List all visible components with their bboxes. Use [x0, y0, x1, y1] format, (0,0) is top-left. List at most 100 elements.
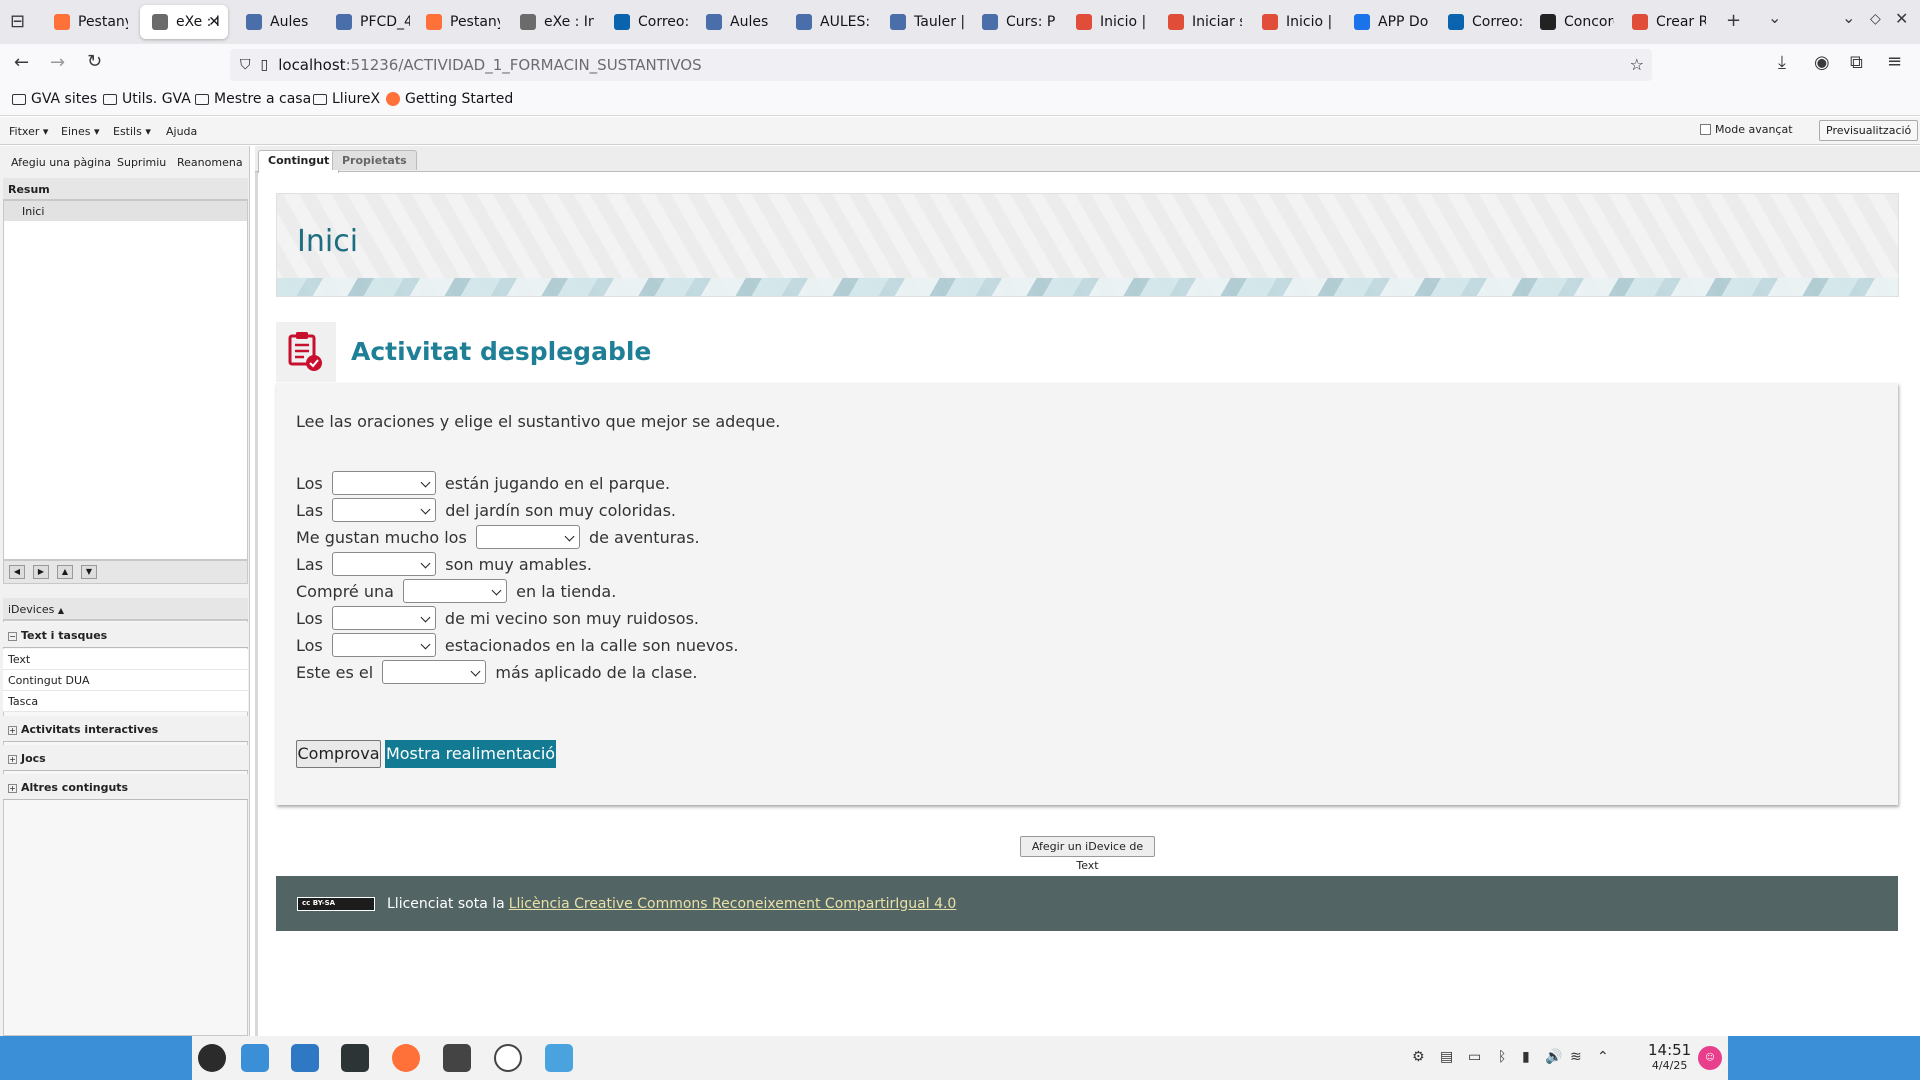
- category-activitats-interactives[interactable]: + Activitats interactives: [3, 716, 248, 742]
- menu-icon[interactable]: ≡: [1887, 53, 1902, 71]
- browser-tab[interactable]: Curs: PF: [970, 5, 1056, 39]
- menu-ajuda[interactable]: Ajuda: [166, 125, 197, 138]
- tab-list-icon[interactable]: ⊟: [10, 13, 25, 31]
- header-decoration: [277, 278, 1898, 296]
- noun-dropdown[interactable]: [331, 633, 436, 657]
- outline-node-inici[interactable]: Inici: [4, 201, 247, 221]
- site-info-icon[interactable]: ⛉: [240, 57, 251, 73]
- browser-tab[interactable]: Aules: [694, 5, 780, 39]
- idevice-text[interactable]: Text: [3, 649, 248, 670]
- browser-tab[interactable]: Concorc: [1528, 5, 1614, 39]
- browser-tab[interactable]: Crear Re: [1620, 5, 1706, 39]
- tray-expand-icon[interactable]: ⌃: [1597, 1049, 1609, 1065]
- firefox-taskbar-icon[interactable]: [392, 1044, 420, 1072]
- file-manager-icon[interactable]: [291, 1044, 319, 1072]
- back-icon[interactable]: ←: [14, 54, 29, 72]
- noun-dropdown[interactable]: [382, 660, 487, 684]
- noun-dropdown[interactable]: [331, 471, 436, 495]
- rename-page-button[interactable]: Reanomena: [177, 156, 243, 169]
- bookmark-gva-sites[interactable]: GVA sites: [12, 91, 97, 107]
- browser-tab[interactable]: Iniciar s: [1156, 5, 1242, 39]
- bookmark-lliurex[interactable]: LliureX: [313, 91, 380, 107]
- new-tab-icon[interactable]: +: [1726, 12, 1741, 30]
- clock[interactable]: 14:51 4/4/25: [1648, 1042, 1691, 1074]
- browser-tab[interactable]: Correo:: [1436, 5, 1522, 39]
- browser-tab[interactable]: Aules: [234, 5, 320, 39]
- reload-icon[interactable]: ↻: [87, 53, 102, 71]
- add-page-button[interactable]: Afegiu una pàgina: [11, 156, 111, 169]
- menu-estils[interactable]: Estils ▾: [113, 125, 151, 138]
- address-bar[interactable]: ⛉ ▯ localhost :51236/ACTIVIDAD_1_FORMACI…: [230, 49, 1652, 81]
- volume-icon[interactable]: 🔊: [1545, 1049, 1562, 1065]
- category-text-tasques[interactable]: − Text i tasques: [3, 622, 248, 648]
- check-button[interactable]: Comprova: [296, 740, 381, 768]
- app-launcher-icon[interactable]: [198, 1044, 226, 1072]
- category-altres-continguts[interactable]: + Altres continguts: [3, 774, 248, 800]
- move-left-icon[interactable]: ◀: [9, 565, 25, 579]
- browser-tab[interactable]: APP Doc: [1342, 5, 1428, 39]
- calculator-icon[interactable]: [443, 1044, 471, 1072]
- forward-icon[interactable]: →: [50, 54, 65, 72]
- downloads-icon[interactable]: ⤓: [1778, 54, 1786, 72]
- move-right-icon[interactable]: ▶: [33, 565, 49, 579]
- idevice-contingut-dua[interactable]: Contingut DUA: [3, 670, 248, 691]
- add-text-idevice-button[interactable]: Afegir un iDevice de Text: [1020, 836, 1155, 872]
- url-host: localhost: [278, 56, 346, 74]
- browser-tab[interactable]: eXe : I ✕: [140, 5, 228, 39]
- advanced-mode-checkbox[interactable]: [1700, 124, 1711, 135]
- tab-propietats[interactable]: Propietats: [332, 150, 417, 170]
- user-avatar[interactable]: ☺: [1698, 1046, 1722, 1070]
- idevice-tasca[interactable]: Tasca: [3, 691, 248, 712]
- browser-tab[interactable]: Inicio |: [1064, 5, 1150, 39]
- idevices-header[interactable]: iDevices ▲: [3, 598, 248, 620]
- network-tool-icon[interactable]: ⚙: [1412, 1049, 1425, 1065]
- wifi-icon[interactable]: ≋: [1570, 1049, 1582, 1065]
- window-maximize-icon[interactable]: ◇: [1870, 12, 1881, 26]
- noun-dropdown[interactable]: [475, 525, 580, 549]
- bookmark-getting-started[interactable]: Getting Started: [386, 91, 513, 107]
- bluetooth-icon[interactable]: ᛒ: [1498, 1049, 1506, 1065]
- sentence-row: Los estacionados en la calle son nuevos.: [296, 632, 739, 658]
- browser-tab[interactable]: eXe : Ini: [508, 5, 594, 39]
- clipboard-icon[interactable]: ▤: [1440, 1049, 1453, 1065]
- sentence-text-after: de aventuras.: [583, 527, 700, 547]
- advanced-mode-toggle[interactable]: Mode avançat: [1700, 123, 1793, 136]
- collapse-arrow-icon: ▲: [57, 606, 65, 615]
- move-up-icon[interactable]: ▲: [57, 565, 73, 579]
- browser-tab[interactable]: Pestany: [414, 5, 500, 39]
- noun-dropdown[interactable]: [332, 498, 437, 522]
- bookmark-mestre-a-casa[interactable]: Mestre a casa: [195, 91, 311, 107]
- show-feedback-button[interactable]: Mostra realimentació: [385, 740, 556, 768]
- browser-tab[interactable]: Tauler |: [878, 5, 964, 39]
- bookmark-utils-gva[interactable]: Utils. GVA: [103, 91, 191, 107]
- license-link[interactable]: Llicència Creative Commons Reconeixement…: [509, 896, 957, 912]
- browser-tab[interactable]: AULES: I: [784, 5, 870, 39]
- close-tab-icon[interactable]: ✕: [208, 14, 220, 30]
- usb-icon[interactable]: ▮: [1522, 1049, 1530, 1065]
- menu-eines[interactable]: Eines ▾: [61, 125, 100, 138]
- noun-dropdown[interactable]: [332, 552, 437, 576]
- star-folder-icon[interactable]: [241, 1044, 269, 1072]
- tab-contingut[interactable]: Contingut: [258, 150, 340, 173]
- exe-taskbar-icon[interactable]: [545, 1044, 573, 1072]
- window-close-icon[interactable]: ✕: [1895, 11, 1908, 27]
- bookmark-star-icon[interactable]: ☆: [1630, 55, 1644, 74]
- battery-icon[interactable]: ▭: [1468, 1049, 1481, 1065]
- category-jocs[interactable]: + Jocs: [3, 745, 248, 771]
- menu-fitxer[interactable]: Fitxer ▾: [9, 125, 48, 138]
- delete-page-button[interactable]: Suprimiu: [117, 156, 166, 169]
- browser-tab[interactable]: Pestany: [42, 5, 128, 39]
- preview-button[interactable]: Previsualització: [1819, 120, 1919, 141]
- browser-tab[interactable]: Inicio |: [1250, 5, 1336, 39]
- list-all-tabs-icon[interactable]: ⌄: [1768, 10, 1781, 26]
- browser-tab[interactable]: PFCD_4: [324, 5, 410, 39]
- account-icon[interactable]: ◉: [1814, 54, 1830, 72]
- extensions-icon[interactable]: ⧉: [1850, 54, 1863, 72]
- settings-app-icon[interactable]: [341, 1044, 369, 1072]
- browser-tab[interactable]: Correo:: [602, 5, 688, 39]
- window-minimize-icon[interactable]: ⌄: [1842, 10, 1855, 26]
- smiley-app-icon[interactable]: [494, 1044, 522, 1072]
- noun-dropdown[interactable]: [331, 606, 436, 630]
- noun-dropdown[interactable]: [403, 579, 508, 603]
- move-down-icon[interactable]: ▼: [81, 565, 97, 579]
